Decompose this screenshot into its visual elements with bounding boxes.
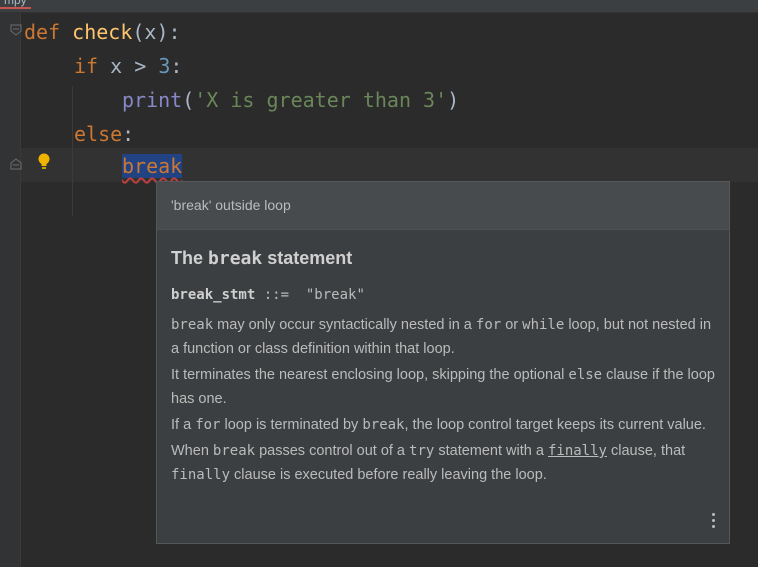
- doc-paragraph-2: It terminates the nearest enclosing loop…: [171, 363, 715, 411]
- text: , the loop control target keeps its curr…: [404, 417, 706, 433]
- text: loop is terminated by: [220, 417, 363, 433]
- if-colon: :: [170, 54, 183, 78]
- builtin-print: print: [122, 88, 183, 112]
- doc-title: The break statement: [171, 248, 715, 269]
- code-break: break: [171, 317, 214, 333]
- function-name: check: [72, 20, 133, 44]
- code-break: break: [362, 417, 405, 433]
- open-paren: (: [182, 88, 195, 112]
- keyword-if: if: [74, 54, 99, 78]
- code-try: try: [409, 443, 435, 459]
- doc-paragraph-4: When break passes control out of a try s…: [171, 439, 715, 487]
- fold-icon[interactable]: [10, 24, 22, 36]
- editor-gutter: [0, 13, 21, 567]
- code-for: for: [475, 317, 502, 333]
- text: If a: [171, 417, 196, 433]
- code-finally: finally: [171, 467, 231, 483]
- file-tab[interactable]: mpy: [0, 0, 31, 9]
- text: may only occur syntactically nested in a: [213, 317, 476, 333]
- title-code: break: [208, 248, 263, 269]
- text: passes control out of a: [255, 443, 410, 459]
- doc-content: The break statement break_stmt ::= "brea…: [157, 230, 729, 487]
- code-break: break: [212, 443, 256, 459]
- code-else: else: [568, 367, 603, 383]
- code-line-4: else:: [74, 117, 134, 151]
- code-line-1: def check(x):: [24, 15, 181, 49]
- number-literal: 3: [158, 54, 171, 78]
- text: When: [171, 443, 213, 459]
- doc-paragraph-1: break may only occur syntactically neste…: [171, 313, 715, 361]
- documentation-popup: 'break' outside loop The break statement…: [156, 181, 730, 544]
- code-while: while: [522, 317, 565, 333]
- text: clause, that: [606, 443, 686, 459]
- title-prefix: The: [171, 248, 209, 268]
- keyword-def: def: [24, 20, 61, 44]
- title-suffix: statement: [262, 248, 353, 268]
- text: or: [501, 317, 523, 333]
- error-keyword-break[interactable]: break: [122, 154, 183, 178]
- text: statement with a: [434, 443, 548, 459]
- finally-link[interactable]: finally: [548, 443, 607, 459]
- error-message: 'break' outside loop: [157, 182, 729, 230]
- else-colon: :: [122, 122, 135, 146]
- if-condition: x >: [98, 54, 159, 78]
- grammar-rule: break_stmt ::= "break": [171, 287, 715, 303]
- editor-tab-strip: mpy: [0, 0, 758, 13]
- code-line-3: print('X is greater than 3'): [122, 83, 459, 117]
- function-args: (x):: [132, 20, 181, 44]
- fold-end-icon[interactable]: [10, 158, 22, 170]
- string-literal: 'X is greater than 3': [194, 88, 448, 112]
- text: It terminates the nearest enclosing loop…: [171, 367, 569, 383]
- text: clause is executed before really leaving…: [230, 467, 547, 483]
- more-options-icon[interactable]: [711, 513, 717, 531]
- grammar-value: "break": [305, 287, 365, 303]
- close-paren: ): [447, 88, 460, 112]
- code-for: for: [195, 417, 221, 433]
- grammar-name: break_stmt: [171, 287, 256, 303]
- keyword-else: else: [74, 122, 123, 146]
- grammar-op: ::=: [255, 287, 306, 303]
- code-line-5: break: [122, 149, 183, 183]
- doc-paragraph-3: If a for loop is terminated by break, th…: [171, 413, 715, 437]
- code-line-2: if x > 3:: [74, 49, 182, 83]
